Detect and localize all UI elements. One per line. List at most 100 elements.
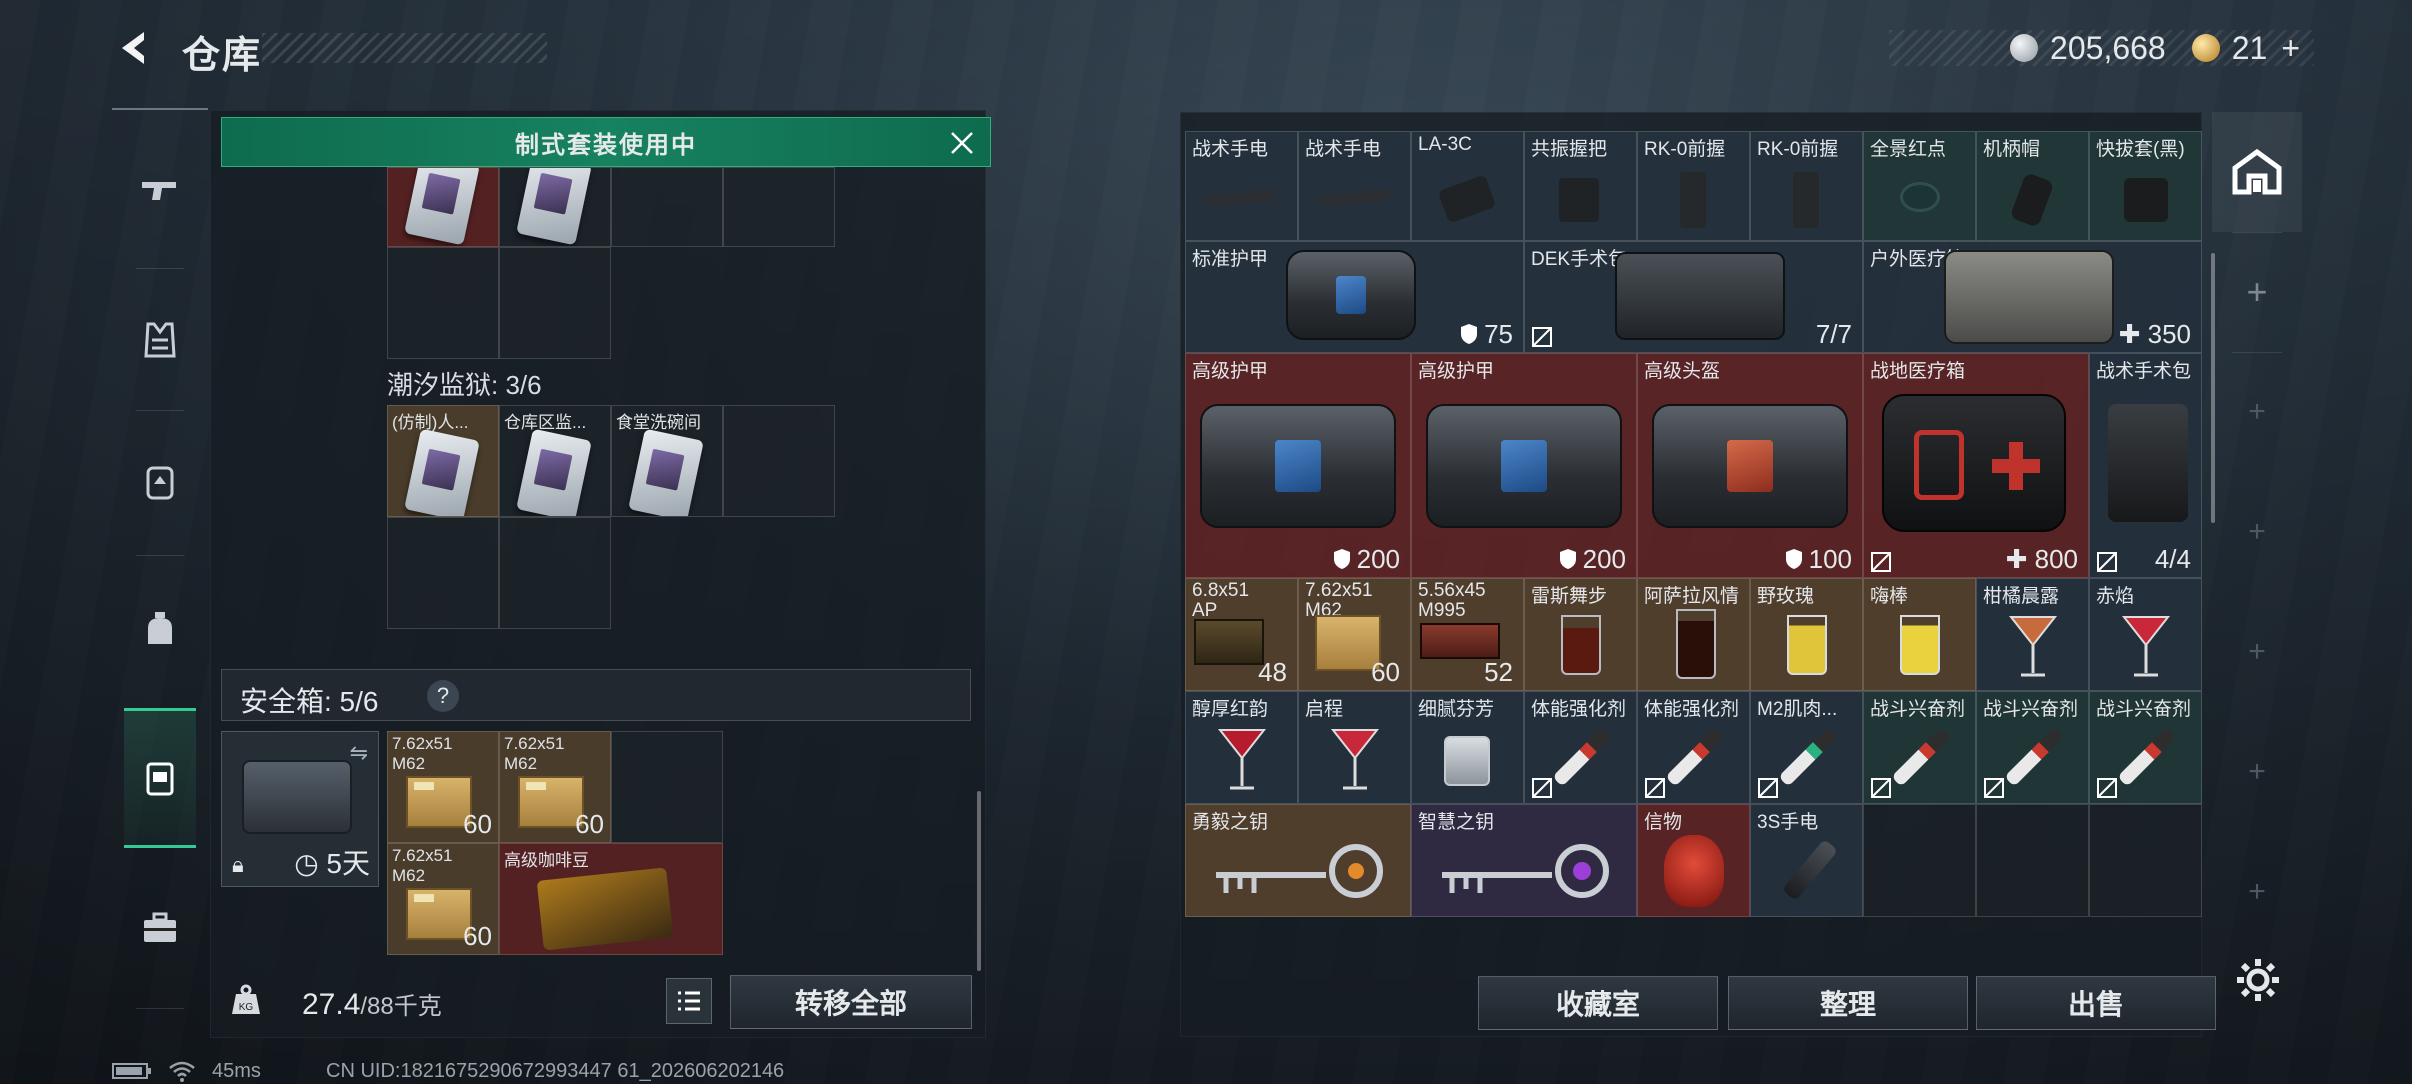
stash-item[interactable]: 标准护甲 75 (1185, 241, 1524, 353)
empty-slot[interactable] (611, 731, 723, 843)
stash-item[interactable]: 信物 (1637, 804, 1750, 917)
swap-icon[interactable]: ⇋ (350, 740, 368, 766)
keycard-slot[interactable] (499, 167, 611, 247)
close-icon[interactable] (948, 129, 976, 157)
item-qty: 60 (575, 809, 604, 839)
stash-item[interactable]: LA-3C (1411, 131, 1524, 241)
injector-icon (1665, 727, 1725, 787)
stash-item[interactable]: 高级护甲 200 (1411, 353, 1637, 578)
back-button[interactable] (112, 24, 160, 72)
stash-item[interactable]: 嗨棒 (1863, 578, 1976, 691)
stash-item[interactable]: 赤焰 (2089, 578, 2202, 691)
nav-armor[interactable] (112, 270, 208, 410)
settings-gear-icon[interactable] (2234, 956, 2282, 1004)
keycard-slot[interactable]: 食堂洗碗间 (611, 405, 723, 517)
ammo-slot[interactable]: 7.62x51 M62 60 (387, 843, 499, 955)
left-scrollbar[interactable] (977, 791, 981, 971)
nav-toolbox[interactable] (112, 858, 208, 998)
tab-add[interactable]: + (2212, 712, 2302, 832)
nav-container[interactable] (124, 708, 196, 848)
stash-item[interactable]: 体能强化剂 (1637, 691, 1750, 804)
stash-item[interactable]: M2肌肉... (1750, 691, 1863, 804)
collection-room-button[interactable]: 收藏室 (1478, 976, 1718, 1030)
item-name: 机柄帽 (1983, 139, 2041, 160)
stash-item[interactable]: 7.62x51 M62 60 (1298, 578, 1411, 691)
empty-slot[interactable] (723, 405, 835, 517)
nav-backpack[interactable] (112, 412, 208, 552)
sell-button[interactable]: 出售 (1976, 976, 2216, 1030)
stash-item[interactable]: 户外医疗箱 ✚ 350 (1863, 241, 2202, 353)
item-name: 快拔套(黑) (2096, 139, 2185, 160)
stash-item[interactable]: 快拔套(黑) (2089, 131, 2202, 241)
stash-item[interactable]: 战术手术包 4/4 (2089, 353, 2202, 578)
ammo-slot[interactable]: 7.62x51 M62 60 (499, 731, 611, 843)
empty-slot[interactable] (2089, 804, 2202, 917)
empty-slot[interactable] (1863, 804, 1976, 917)
list-view-button[interactable] (666, 978, 712, 1024)
weight-value: 27.4 (302, 988, 361, 1021)
stash-item[interactable]: 共振握把 (1524, 131, 1637, 241)
empty-slot[interactable] (1976, 804, 2089, 917)
item-name: 高级头盔 (1644, 361, 1721, 382)
stash-item[interactable]: 高级护甲 200 (1185, 353, 1411, 578)
shield-icon (1559, 549, 1576, 569)
stash-item[interactable]: 智慧之钥 (1411, 804, 1637, 917)
empty-slot[interactable] (387, 247, 499, 359)
stash-item[interactable]: 战地医疗箱 ✚ 800 (1863, 353, 2089, 578)
empty-slot[interactable] (387, 517, 499, 629)
stash-item[interactable]: DEK手术包 7/7 (1524, 241, 1863, 353)
stash-item[interactable]: 勇毅之钥 (1185, 804, 1411, 917)
stash-item[interactable]: 野玫瑰 (1750, 578, 1863, 691)
stash-item[interactable]: 5.56x45 M995 52 (1411, 578, 1524, 691)
stash-item[interactable]: RK-0前握 (1750, 131, 1863, 241)
weight-readout: 27.4/88千克 (302, 986, 442, 1022)
helmet-panel (1726, 439, 1774, 493)
stash-item[interactable]: 阿萨拉风情 (1637, 578, 1750, 691)
stash-item[interactable]: RK-0前握 (1637, 131, 1750, 241)
empty-slot[interactable] (499, 247, 611, 359)
keycard-grid-prison: (仿制)人... 仓库区监... 食堂洗碗间 (387, 405, 835, 629)
stash-item[interactable]: 雷斯舞步 (1524, 578, 1637, 691)
stash-item[interactable]: 战斗兴奋剂 (1863, 691, 1976, 804)
help-button[interactable]: ? (427, 680, 459, 712)
stash-item[interactable]: 战斗兴奋剂 (1976, 691, 2089, 804)
weight-bar: KG 27.4/88千克 转移全部 (210, 970, 986, 1034)
keycard-slot[interactable] (387, 167, 499, 247)
key-icon (1442, 844, 1609, 898)
keycard-slot[interactable]: 仓库区监... (499, 405, 611, 517)
nav-bag[interactable] (112, 560, 208, 700)
add-currency-button[interactable]: + (2281, 30, 2300, 67)
ammo-slot[interactable]: 7.62x51 M62 60 (387, 731, 499, 843)
nav-weapons[interactable] (112, 122, 208, 262)
stash-item[interactable]: 机柄帽 (1976, 131, 2089, 241)
tab-add[interactable]: + (2212, 352, 2302, 472)
tab-main-stash[interactable] (2212, 112, 2302, 232)
stash-item[interactable]: 全景红点 (1863, 131, 1976, 241)
keycard-slot[interactable]: (仿制)人... (387, 405, 499, 517)
unsellable-icon (2097, 778, 2117, 798)
empty-slot[interactable] (723, 167, 835, 247)
bag-icon (148, 612, 172, 644)
empty-slot[interactable] (499, 517, 611, 629)
tab-add[interactable]: + (2212, 832, 2302, 952)
tab-add[interactable]: + (2212, 472, 2302, 592)
safebox-item[interactable]: ⇋ 🔒︎ ◷ 5天 (221, 731, 379, 887)
stash-item[interactable]: 体能强化剂 (1524, 691, 1637, 804)
flashlight-icon (1318, 188, 1390, 208)
stash-item[interactable]: 战术手电 (1298, 131, 1411, 241)
stash-item[interactable]: 战斗兴奋剂 (2089, 691, 2202, 804)
stash-item[interactable]: 6.8x51 AP 48 (1185, 578, 1298, 691)
stash-item[interactable]: 醇厚红韵 (1185, 691, 1298, 804)
stash-item[interactable]: 柑橘晨露 (1976, 578, 2089, 691)
organize-button[interactable]: 整理 (1728, 976, 1968, 1030)
transfer-all-button[interactable]: 转移全部 (730, 975, 972, 1029)
tab-add[interactable]: + (2212, 232, 2302, 352)
stash-item[interactable]: 启程 (1298, 691, 1411, 804)
empty-slot[interactable] (611, 167, 723, 247)
stash-item[interactable]: 战术手电 (1185, 131, 1298, 241)
tab-add[interactable]: + (2212, 592, 2302, 712)
stash-item[interactable]: 3S手电 (1750, 804, 1863, 917)
coffee-bean-slot[interactable]: 高级咖啡豆 (499, 843, 723, 955)
stash-item[interactable]: 细腻芬芳 (1411, 691, 1524, 804)
stash-item[interactable]: 高级头盔 100 (1637, 353, 1863, 578)
